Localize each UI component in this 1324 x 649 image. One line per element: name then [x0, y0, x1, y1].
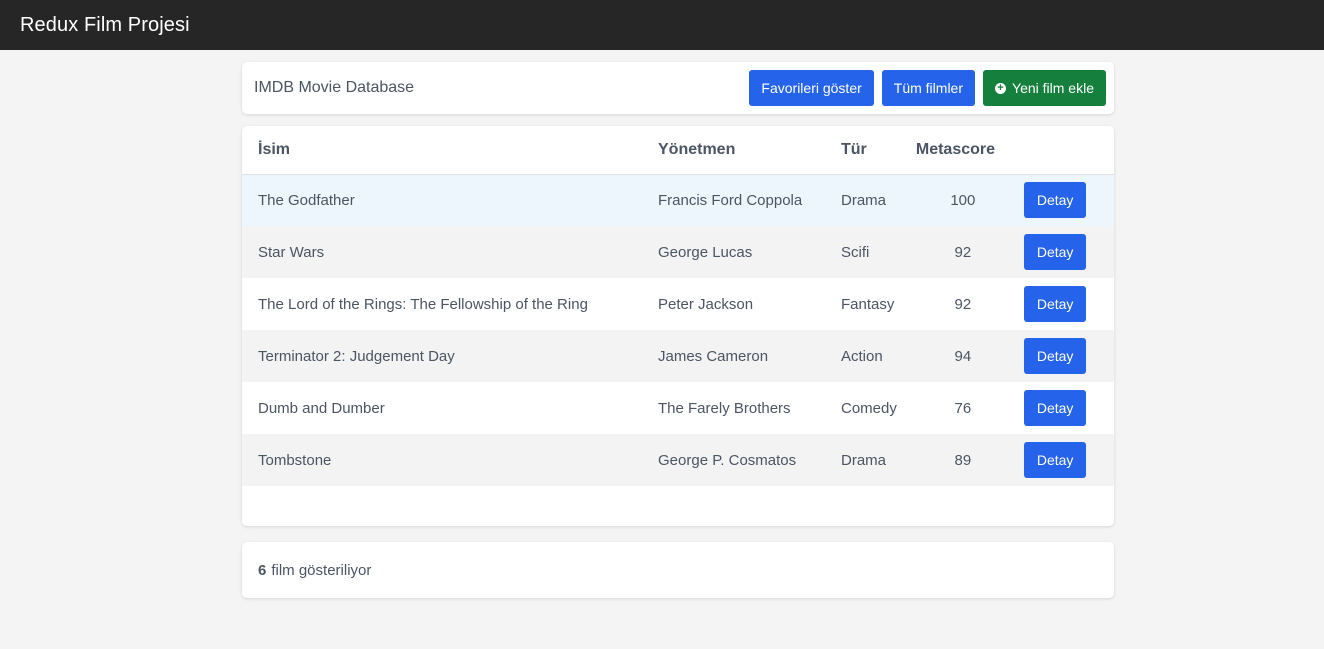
header-card: IMDB Movie Database Favorileri göster Tü…: [242, 62, 1114, 114]
add-movie-label: Yeni film ekle: [1012, 80, 1094, 96]
detail-button[interactable]: Detay: [1023, 286, 1087, 322]
movie-name: Star Wars: [258, 243, 325, 261]
movie-action-cell: Detay: [1013, 278, 1114, 330]
column-header-genre: Tür: [841, 140, 867, 158]
table-row[interactable]: The Godfather Francis Ford Coppola Drama…: [242, 174, 1114, 226]
movie-director: James Cameron: [658, 347, 769, 365]
footer-card: 6 film gösteriliyor: [242, 542, 1114, 598]
movie-genre: Drama: [841, 191, 887, 209]
table-row[interactable]: Star Wars George Lucas Scifi 92 Detay: [242, 226, 1114, 278]
movie-director: Francis Ford Coppola: [658, 191, 803, 209]
movie-metascore: 92: [954, 243, 972, 261]
navbar: Redux Film Projesi: [0, 0, 1324, 50]
column-header-metascore: Metascore: [915, 140, 996, 158]
detail-button[interactable]: Detay: [1023, 338, 1087, 374]
movie-metascore: 94: [954, 347, 972, 365]
table-row[interactable]: Dumb and Dumber The Farely Brothers Come…: [242, 382, 1114, 434]
table-row[interactable]: Tombstone George P. Cosmatos Drama 89 De…: [242, 434, 1114, 486]
movie-director: Peter Jackson: [658, 295, 754, 313]
main-container: IMDB Movie Database Favorileri göster Tü…: [242, 62, 1114, 598]
movie-metascore: 76: [954, 399, 972, 417]
movie-genre: Fantasy: [841, 295, 895, 313]
database-title: IMDB Movie Database: [254, 79, 415, 96]
movie-genre: Action: [841, 347, 883, 365]
movie-genre: Comedy: [841, 399, 897, 417]
movie-count: 6: [258, 561, 267, 579]
movie-count-label: film gösteriliyor: [271, 561, 372, 579]
detail-button[interactable]: Detay: [1023, 182, 1087, 219]
table-row[interactable]: The Lord of the Rings: The Fellowship of…: [242, 278, 1114, 330]
movie-name: The Godfather: [258, 191, 355, 209]
all-movies-button[interactable]: Tüm filmler: [881, 70, 976, 106]
movie-metascore: 92: [954, 295, 972, 313]
table-header: İsim Yönetmen Tür Metascore: [242, 126, 1114, 174]
movie-name: Dumb and Dumber: [258, 399, 385, 417]
column-header-action: [1013, 126, 1114, 174]
movie-action-cell: Detay: [1013, 434, 1114, 486]
movie-director: George P. Cosmatos: [658, 451, 797, 469]
movie-genre: Drama: [841, 451, 887, 469]
movie-action-cell: Detay: [1013, 174, 1114, 226]
movie-metascore: 100: [950, 191, 976, 209]
header-actions: Favorileri göster Tüm filmler + Yeni fil…: [749, 70, 1106, 106]
table-header-row: İsim Yönetmen Tür Metascore: [242, 126, 1114, 174]
movie-genre: Scifi: [841, 243, 870, 261]
movie-name: Terminator 2: Judgement Day: [258, 347, 455, 365]
movies-table: İsim Yönetmen Tür Metascore The Godfathe…: [242, 126, 1114, 486]
movie-metascore: 89: [954, 451, 972, 469]
plus-circle-icon: +: [995, 82, 1007, 94]
detail-button[interactable]: Detay: [1023, 442, 1087, 478]
movie-director: George Lucas: [658, 243, 753, 261]
detail-button[interactable]: Detay: [1023, 234, 1087, 270]
detail-button[interactable]: Detay: [1023, 390, 1087, 426]
movie-director: The Farely Brothers: [658, 399, 791, 417]
show-favorites-button[interactable]: Favorileri göster: [749, 70, 874, 106]
movie-name: Tombstone: [258, 451, 332, 469]
movie-action-cell: Detay: [1013, 382, 1114, 434]
column-header-director: Yönetmen: [658, 140, 736, 158]
movie-action-cell: Detay: [1013, 226, 1114, 278]
movies-table-card: İsim Yönetmen Tür Metascore The Godfathe…: [242, 126, 1114, 526]
movie-name: The Lord of the Rings: The Fellowship of…: [258, 295, 588, 313]
movie-action-cell: Detay: [1013, 330, 1114, 382]
app-title[interactable]: Redux Film Projesi: [20, 14, 190, 37]
column-header-name: İsim: [258, 140, 291, 158]
table-row[interactable]: Terminator 2: Judgement Day James Camero…: [242, 330, 1114, 382]
add-movie-button[interactable]: + Yeni film ekle: [983, 70, 1106, 106]
table-body: The Godfather Francis Ford Coppola Drama…: [242, 174, 1114, 486]
